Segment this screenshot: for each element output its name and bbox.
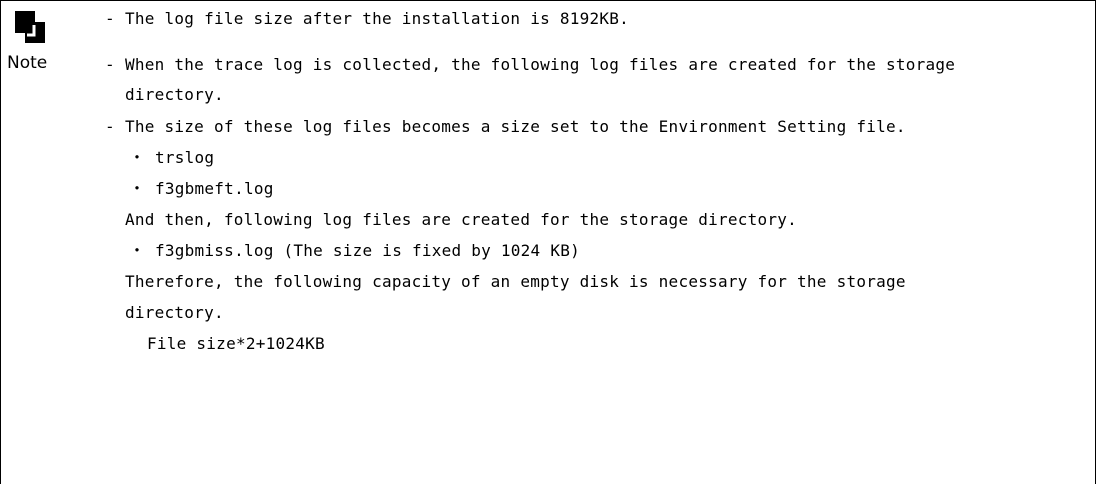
item-text: When the trace log is collected, the fol…: [125, 55, 956, 74]
item-dash: -: [105, 55, 115, 74]
bullet-marker: ・: [129, 241, 146, 260]
item-dash: -: [105, 117, 115, 136]
therefore-text-continued: directory.: [125, 303, 224, 322]
item-text: The size of these log files becomes a si…: [125, 117, 906, 136]
note-icon: [15, 11, 45, 43]
item-text: The log file size after the installation…: [125, 9, 630, 28]
bullet-text: trslog: [155, 148, 215, 167]
item-text-continued: directory.: [125, 85, 224, 104]
formula-text: File size*2+1024KB: [147, 334, 325, 353]
bullet-marker: ・: [129, 179, 146, 198]
bullet-text: f3gbmiss.log (The size is fixed by 1024 …: [155, 241, 580, 260]
bullet-text: f3gbmeft.log: [155, 179, 274, 198]
item-dash: -: [105, 9, 115, 28]
note-box: Note - The log file size after the insta…: [0, 0, 1096, 484]
then-text: And then, following log files are create…: [125, 210, 798, 229]
therefore-text: Therefore, the following capacity of an …: [125, 272, 906, 291]
note-label: Note: [7, 53, 48, 73]
bullet-marker: ・: [129, 148, 146, 167]
